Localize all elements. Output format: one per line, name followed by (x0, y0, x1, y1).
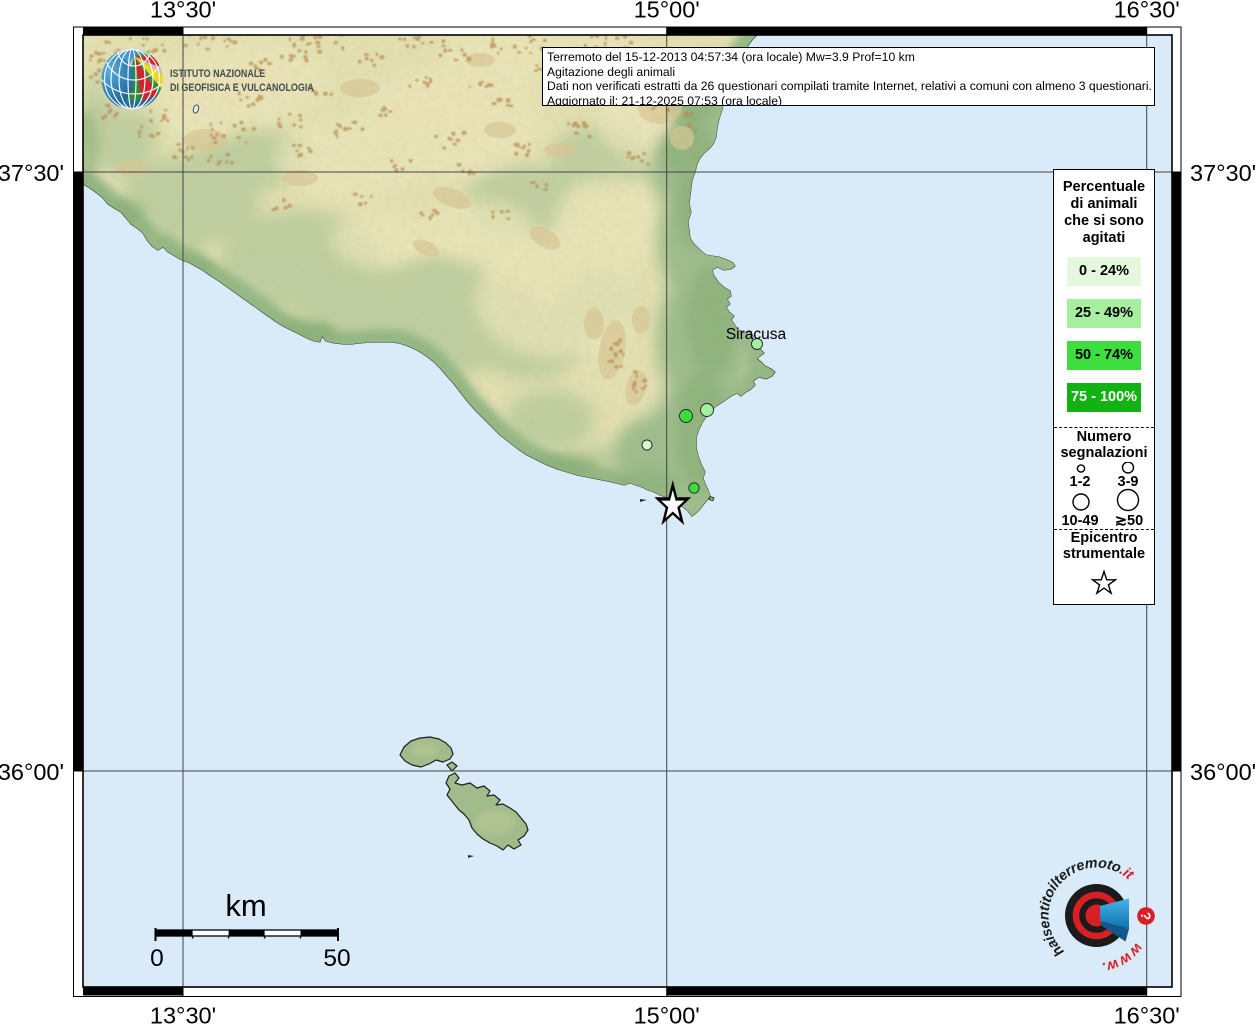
svg-text:16°30': 16°30' (1114, 1003, 1180, 1024)
svg-text:ISTITUTO NAZIONALE: ISTITUTO NAZIONALE (170, 68, 265, 80)
svg-text:km: km (225, 888, 266, 923)
svg-text:≳50: ≳50 (1115, 513, 1143, 528)
svg-text:15°00': 15°00' (634, 1003, 700, 1024)
svg-text:DI GEOFISICA E VULCANOLOGIA: DI GEOFISICA E VULCANOLOGIA (170, 82, 314, 94)
svg-text:Siracusa: Siracusa (726, 326, 787, 343)
svg-text:15°00': 15°00' (634, 0, 700, 23)
svg-text:1-2: 1-2 (1070, 474, 1091, 490)
svg-text:36°00': 36°00' (0, 759, 64, 785)
svg-text:16°30': 16°30' (1114, 0, 1180, 23)
svg-text:13°30': 13°30' (150, 1003, 216, 1024)
svg-text:3-9: 3-9 (1118, 474, 1139, 490)
svg-text:13°30': 13°30' (150, 0, 216, 23)
svg-text:?: ? (1138, 912, 1153, 920)
svg-text:37°30': 37°30' (1190, 160, 1255, 186)
svg-text:10-49: 10-49 (1061, 513, 1098, 528)
svg-text:0: 0 (150, 945, 164, 972)
svg-text:37°30': 37°30' (0, 160, 64, 186)
svg-text:50: 50 (323, 945, 350, 972)
svg-text:36°00': 36°00' (1190, 759, 1255, 785)
